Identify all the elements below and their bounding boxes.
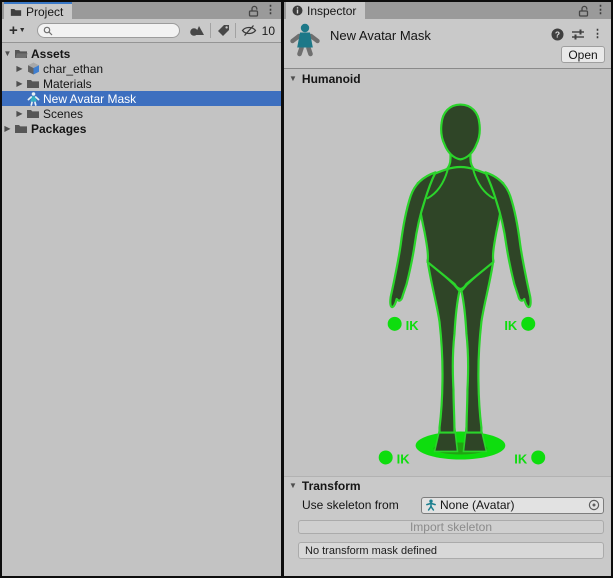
folder-icon [10,7,22,17]
filter-by-type-icon[interactable] [189,24,205,37]
head[interactable] [441,105,480,160]
info-icon [292,5,303,16]
project-tree: ▼ Assets ▶ char_ethan ▶ Materials [2,43,281,576]
tree-item-char-ethan[interactable]: ▶ char_ethan [2,61,281,76]
inspector-panel: Inspector ⋮ New Avatar Mask ? [284,2,611,576]
unlock-icon[interactable] [578,5,589,17]
project-toolbar: + ▼ 10 [2,19,281,43]
left-hand-ik-dot[interactable] [388,317,402,331]
transform-section-header[interactable]: ▼ Transform [284,477,611,494]
transform-section-label: Transform [302,479,361,493]
right-foot-ik-label: IK [514,451,528,466]
foldout-open-icon[interactable]: ▼ [2,49,13,58]
tree-item-assets[interactable]: ▼ Assets [2,46,281,61]
search-input[interactable] [53,25,174,37]
open-button[interactable]: Open [561,46,605,63]
humanoid-section-header[interactable]: ▼ Humanoid [284,69,611,88]
folder-icon [25,78,41,89]
skeleton-object-field[interactable]: None (Avatar) [421,497,604,514]
svg-text:?: ? [555,29,560,39]
tree-item-packages[interactable]: ▶ Packages [2,121,281,136]
avatar-mask-icon [25,92,41,106]
left-foot-ik-dot[interactable] [379,450,393,464]
humanoid-mask-preview: IK IK IK IK [284,88,611,476]
tree-item-new-avatar-mask[interactable]: New Avatar Mask [2,91,281,106]
transform-section: ▼ Transform Use skeleton from None (Avat… [284,476,611,559]
presets-icon[interactable] [571,28,585,41]
tab-project[interactable]: Project [4,2,72,19]
search-icon [43,26,53,36]
add-asset-button[interactable]: + ▼ [6,22,29,40]
hidden-count-eye-icon[interactable] [241,24,257,37]
foldout-closed-icon[interactable]: ▶ [2,124,13,133]
tab-inspector-label: Inspector [307,4,356,18]
chevron-down-icon: ▼ [19,27,26,34]
tree-item-scenes[interactable]: ▶ Scenes [2,106,281,121]
right-foot-ik-dot[interactable] [531,450,545,464]
asset-title: New Avatar Mask [330,28,431,43]
transform-mask-help-box: No transform mask defined [298,542,604,559]
foldout-open-icon: ▼ [289,74,297,83]
hidden-count: 10 [262,24,275,38]
right-hand-ik-dot[interactable] [521,317,535,331]
model-cube-icon [25,62,41,75]
project-menu-icon[interactable]: ⋮ [265,5,276,16]
avatar-mask-asset-icon [289,23,321,57]
inspector-tabbar: Inspector ⋮ [284,2,611,19]
project-tabbar: Project ⋮ [2,2,281,19]
foldout-open-icon: ▼ [289,481,297,490]
humanoid-section-label: Humanoid [302,72,361,86]
filter-by-label-icon[interactable] [216,24,230,37]
avatar-icon [425,499,437,511]
foldout-closed-icon[interactable]: ▶ [14,109,25,118]
search-field[interactable] [37,23,180,38]
inspector-menu-icon[interactable]: ⋮ [595,5,606,16]
project-panel: Project ⋮ + ▼ [2,2,281,576]
help-icon[interactable]: ? [551,28,564,41]
inspector-header: New Avatar Mask ? ⋮ Open [284,19,611,69]
foldout-closed-icon[interactable]: ▶ [14,64,25,73]
object-picker-icon[interactable] [588,499,600,511]
unlock-icon[interactable] [248,5,259,17]
right-hand-ik-label: IK [504,318,518,333]
use-skeleton-label: Use skeleton from [302,498,399,512]
tree-item-materials[interactable]: ▶ Materials [2,76,281,91]
skeleton-field-value: None (Avatar) [440,498,585,512]
import-skeleton-button[interactable]: Import skeleton [298,520,604,534]
folder-open-icon [13,48,29,59]
folder-icon [25,108,41,119]
left-hand-ik-label: IK [406,318,420,333]
foldout-closed-icon[interactable]: ▶ [14,79,25,88]
left-foot-ik-label: IK [397,451,411,466]
asset-menu-icon[interactable]: ⋮ [592,29,603,40]
tab-project-label: Project [26,5,63,19]
humanoid-body-figure[interactable]: IK IK IK IK [284,88,611,476]
tab-inspector[interactable]: Inspector [286,2,365,19]
folder-icon [13,123,29,134]
